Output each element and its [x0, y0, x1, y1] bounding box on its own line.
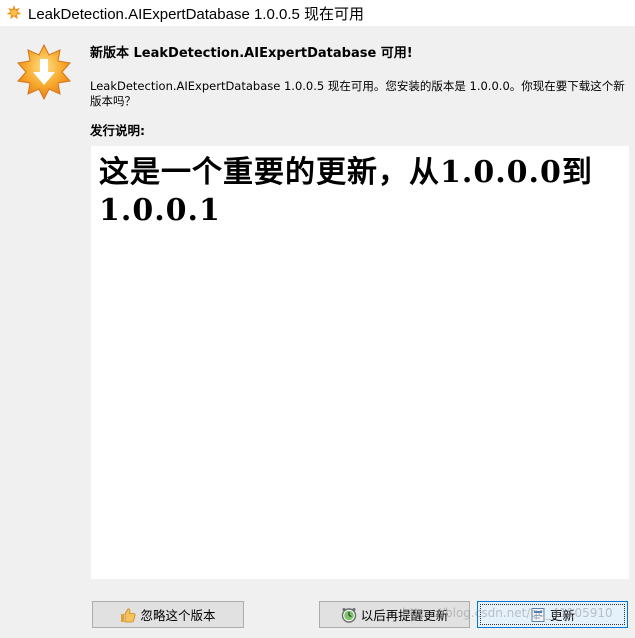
thumbs-up-icon: [120, 607, 137, 623]
remind-later-label: 以后再提醒更新: [360, 608, 449, 623]
release-notes-box[interactable]: 这是一个重要的更新，从1.0.0.0到1.0.0.1: [91, 146, 629, 579]
clock-icon: [341, 607, 357, 623]
release-notes-text: 这是一个重要的更新，从1.0.0.0到1.0.0.1: [99, 155, 593, 228]
skip-version-button[interactable]: 忽略这个版本: [92, 601, 244, 628]
install-update-label: 更新: [549, 608, 575, 623]
release-notes-label: 发行说明:: [90, 123, 145, 138]
update-dialog-window: LeakDetection.AIExpertDatabase 1.0.0.5 现…: [0, 0, 635, 638]
update-download-star-icon: [16, 43, 72, 101]
dialog-heading: 新版本 LeakDetection.AIExpertDatabase 可用!: [90, 46, 413, 61]
title-bar[interactable]: LeakDetection.AIExpertDatabase 1.0.0.5 现…: [0, 0, 635, 26]
update-star-icon: [6, 5, 22, 21]
remind-later-button[interactable]: 以后再提醒更新: [319, 601, 470, 628]
install-update-button[interactable]: 更新: [477, 601, 628, 628]
install-icon: [530, 607, 546, 623]
skip-version-label: 忽略这个版本: [140, 608, 216, 623]
window-title: LeakDetection.AIExpertDatabase 1.0.0.5 现…: [28, 5, 365, 23]
update-message: LeakDetection.AIExpertDatabase 1.0.0.5 现…: [90, 79, 625, 108]
